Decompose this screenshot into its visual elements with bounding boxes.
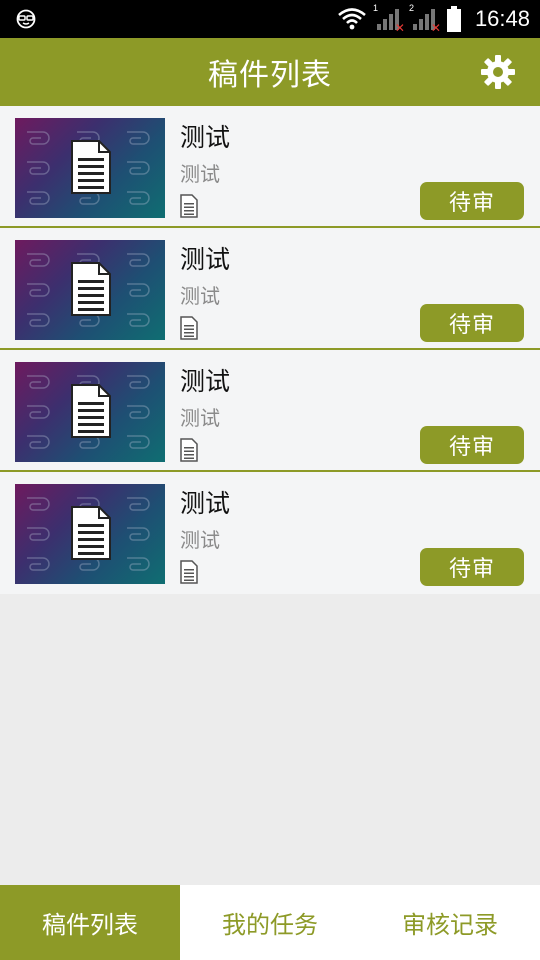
tab-3[interactable]: 审核记录 bbox=[360, 885, 540, 960]
document-icon bbox=[71, 506, 111, 560]
document-icon bbox=[71, 262, 111, 316]
face-icon bbox=[16, 9, 36, 29]
file-icon bbox=[180, 194, 198, 218]
review-status-button[interactable]: 待审 bbox=[420, 182, 524, 220]
file-icon bbox=[180, 316, 198, 340]
item-subtitle: 测试 bbox=[180, 162, 220, 186]
review-status-button[interactable]: 待审 bbox=[420, 548, 524, 586]
signal-sim1-icon: 1 ✕ bbox=[372, 3, 405, 35]
item-title: 测试 bbox=[180, 367, 231, 396]
item-title: 测试 bbox=[180, 123, 231, 152]
manuscript-thumbnail bbox=[15, 484, 165, 584]
list-item[interactable]: 测试 测试 待审 bbox=[0, 350, 540, 472]
review-status-button[interactable]: 待审 bbox=[420, 426, 524, 464]
wifi-icon bbox=[338, 8, 366, 30]
manuscript-thumbnail bbox=[15, 240, 165, 340]
document-icon bbox=[71, 140, 111, 194]
file-icon bbox=[180, 560, 198, 584]
app-bar: 稿件列表 bbox=[0, 38, 540, 106]
item-subtitle: 测试 bbox=[180, 284, 220, 308]
manuscript-thumbnail bbox=[15, 118, 165, 218]
gear-icon[interactable] bbox=[480, 54, 516, 90]
item-subtitle: 测试 bbox=[180, 528, 220, 552]
tab-1[interactable]: 稿件列表 bbox=[0, 885, 180, 960]
bottom-tab-bar: 稿件列表 我的任务 审核记录 bbox=[0, 885, 540, 960]
manuscript-thumbnail bbox=[15, 362, 165, 462]
item-subtitle: 测试 bbox=[180, 406, 220, 430]
list-item[interactable]: 测试 测试 待审 bbox=[0, 472, 540, 594]
manuscript-list: 测试 测试 待审 测试 测试 待审 测试 测试 待审 测试 测试 待审 bbox=[0, 106, 540, 594]
page-title: 稿件列表 bbox=[208, 58, 332, 93]
review-status-button[interactable]: 待审 bbox=[420, 304, 524, 342]
file-icon bbox=[180, 438, 198, 462]
document-icon bbox=[71, 384, 111, 438]
list-item[interactable]: 测试 测试 待审 bbox=[0, 228, 540, 350]
item-title: 测试 bbox=[180, 489, 231, 518]
status-bar: 1 ✕ 2 ✕ 16:48 bbox=[0, 0, 540, 38]
list-item[interactable]: 测试 测试 待审 bbox=[0, 106, 540, 228]
item-title: 测试 bbox=[180, 245, 231, 274]
tab-2[interactable]: 我的任务 bbox=[180, 885, 360, 960]
signal-sim2-icon: 2 ✕ bbox=[408, 3, 441, 35]
battery-icon bbox=[446, 6, 461, 32]
clock: 16:48 bbox=[474, 6, 530, 31]
